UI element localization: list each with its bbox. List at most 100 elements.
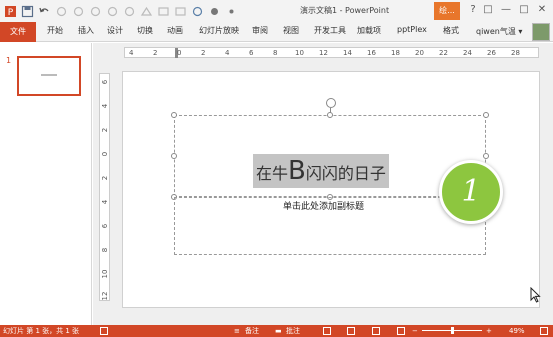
comments-icon[interactable]: ▬ [275, 326, 282, 336]
svg-text:P: P [8, 8, 14, 18]
vertical-ruler: 6 4 2 0 2 4 6 8 10 12 [99, 73, 110, 301]
user-account[interactable]: qiwen气温 ▾ [476, 26, 522, 37]
ruler-label: 6 [249, 49, 254, 57]
zoom-level[interactable]: 49% [509, 326, 525, 336]
zoom-out-button[interactable]: − [412, 326, 418, 336]
slide-sorter-icon[interactable] [347, 327, 355, 335]
ruler-label: 12 [319, 49, 328, 57]
tab-addins[interactable]: 加载项 [357, 25, 381, 36]
shapes-icon[interactable] [123, 5, 136, 18]
shapes-icon[interactable] [89, 5, 102, 18]
thumbnail-title-preview [41, 74, 57, 76]
shapes-icon[interactable] [208, 5, 221, 18]
ruler-label: 2 [201, 49, 206, 57]
ruler-label: 2 [101, 127, 109, 133]
tab-review[interactable]: 审阅 [252, 25, 268, 36]
redo-icon[interactable] [55, 5, 68, 18]
cursor-icon [530, 287, 541, 303]
ruler-label: 10 [295, 49, 304, 57]
resize-handle[interactable] [171, 153, 177, 159]
ruler-label: 2 [153, 49, 158, 57]
tab-home[interactable]: 开始 [47, 25, 63, 36]
tab-pptplex[interactable]: pptPlex [397, 25, 427, 34]
resize-handle[interactable] [171, 112, 177, 118]
title-bar: P 演示文稿1 - PowerPoint 绘... ? □ — □ ✕ [0, 0, 553, 22]
slide-thumbnail-pane: 1 [0, 43, 92, 325]
maximize-button[interactable]: □ [518, 4, 530, 16]
minimize-button[interactable]: — [500, 4, 512, 16]
ruler-label: 24 [463, 49, 472, 57]
tab-design[interactable]: 设计 [107, 25, 123, 36]
ruler-label: 14 [343, 49, 352, 57]
fit-icon[interactable] [540, 327, 548, 335]
ruler-label: 8 [273, 49, 278, 57]
notes-icon[interactable]: ≡ [234, 326, 240, 336]
notes-button[interactable]: 备注 [245, 326, 259, 336]
slide-canvas[interactable]: 在牛B闪闪的日子 单击此处添加副标题 1 [122, 71, 540, 308]
thumbnail-number: 1 [6, 56, 12, 65]
slideshow-icon[interactable] [397, 327, 405, 335]
powerpoint-logo-icon: P [5, 5, 16, 18]
slide-title-prefix: 在牛 [256, 164, 289, 183]
contextual-tab[interactable]: 绘... [434, 2, 460, 20]
ruler-label: 4 [129, 49, 134, 57]
slide-thumbnail[interactable] [17, 56, 81, 96]
ruler-label: 20 [415, 49, 424, 57]
resize-handle[interactable] [483, 153, 489, 159]
comments-button[interactable]: 批注 [286, 326, 300, 336]
zoom-in-button[interactable]: + [486, 326, 492, 336]
step-number-badge: 1 [439, 160, 503, 224]
tab-format[interactable]: 格式 [443, 25, 459, 36]
shapes-icon[interactable] [174, 5, 187, 18]
slide-title-highlight: B [288, 156, 306, 186]
undo-icon[interactable] [38, 5, 51, 18]
ribbon-display-button[interactable]: □ [482, 4, 494, 16]
shapes-icon[interactable] [157, 5, 170, 18]
tab-transitions[interactable]: 切换 [137, 25, 153, 36]
tab-developer[interactable]: 开发工具 [314, 25, 346, 36]
spell-icon[interactable] [100, 327, 108, 335]
ruler-label: 16 [367, 49, 376, 57]
tab-view[interactable]: 视图 [283, 25, 299, 36]
help-button[interactable]: ? [467, 4, 479, 16]
slide-title[interactable]: 在牛B闪闪的日子 [253, 154, 389, 188]
tab-file[interactable]: 文件 [0, 22, 36, 42]
ruler-label: 28 [511, 49, 520, 57]
tab-slideshow[interactable]: 幻灯片放映 [199, 25, 239, 36]
ruler-label: 12 [101, 291, 109, 301]
avatar[interactable] [532, 23, 550, 41]
rotate-handle[interactable] [326, 98, 336, 108]
resize-handle[interactable] [483, 112, 489, 118]
close-button[interactable]: ✕ [536, 4, 548, 16]
resize-handle[interactable] [327, 112, 333, 118]
tab-animations[interactable]: 动画 [167, 25, 183, 36]
status-bar: 幻灯片 第 1 张，共 1 张 ≡ 备注 ▬ 批注 − + 49% [0, 325, 553, 337]
ruler-label: 22 [439, 49, 448, 57]
shapes-icon[interactable] [140, 5, 153, 18]
shapes-icon[interactable] [225, 5, 238, 18]
shapes-icon[interactable] [191, 5, 204, 18]
horizontal-ruler: 4 2 0 2 4 6 8 10 12 14 16 18 20 22 24 26… [124, 47, 539, 58]
slide-title-suffix: 闪闪的日子 [305, 164, 386, 183]
quick-access-toolbar: P [4, 3, 242, 19]
ruler-label: 2 [101, 175, 109, 181]
reading-view-icon[interactable] [372, 327, 380, 335]
save-icon[interactable] [21, 5, 34, 18]
shapes-icon[interactable] [106, 5, 119, 18]
zoom-slider-thumb[interactable] [451, 327, 454, 334]
shapes-icon[interactable] [72, 5, 85, 18]
ruler-label: 6 [101, 79, 109, 85]
normal-view-icon[interactable] [323, 327, 331, 335]
ruler-label: 4 [101, 199, 109, 205]
ruler-label: 18 [391, 49, 400, 57]
ruler-label: 26 [487, 49, 496, 57]
ruler-label: 0 [177, 49, 182, 57]
ribbon-tabs: 文件 开始 插入 设计 切换 动画 幻灯片放映 审阅 视图 开发工具 加载项 p… [0, 22, 553, 42]
slide-subtitle[interactable]: 单击此处添加副标题 [283, 199, 364, 212]
tab-insert[interactable]: 插入 [78, 25, 94, 36]
document-title: 演示文稿1 - PowerPoint [300, 6, 390, 15]
ruler-label: 10 [101, 269, 109, 279]
slide-count: 幻灯片 第 1 张，共 1 张 [3, 327, 80, 335]
ruler-label: 0 [101, 151, 109, 157]
ruler-label: 4 [225, 49, 230, 57]
